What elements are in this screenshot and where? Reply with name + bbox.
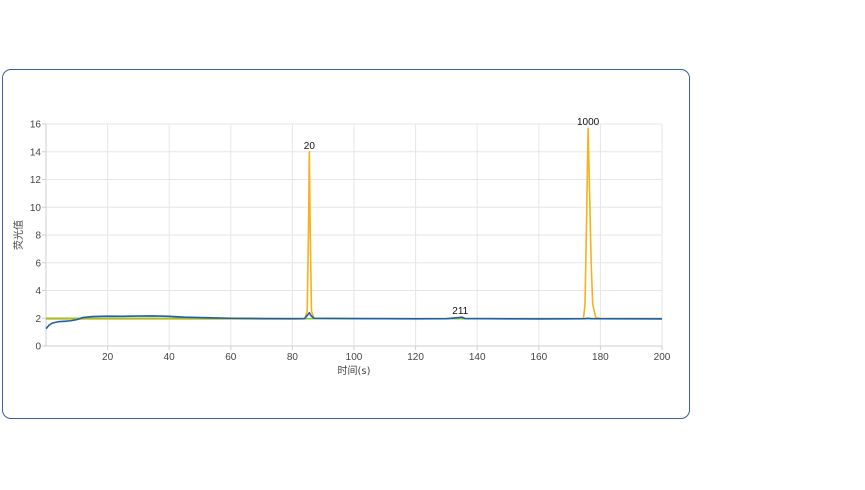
x-tick-label: 100 [346,352,363,363]
peak-label: 20 [304,141,316,152]
y-tick-label: 12 [30,175,42,186]
y-tick-label: 8 [35,231,41,242]
x-tick-label: 80 [287,352,299,363]
y-tick-label: 16 [30,120,42,131]
y-axis-title: 荧光值 [12,220,25,250]
x-tick-label: 40 [164,352,176,363]
x-tick-label: 60 [225,352,237,363]
x-tick-label: 200 [654,352,671,363]
x-axis-title: 时间(s) [337,364,370,377]
y-tick-label: 14 [30,147,42,158]
y-tick-labels: 0 2 4 6 8 10 12 14 16 [30,120,42,353]
y-tick-label: 6 [35,258,41,269]
x-tick-label: 140 [469,352,486,363]
x-tick-label: 120 [407,352,424,363]
x-tick-labels: 20 40 60 80 100 120 140 160 180 200 [102,352,671,363]
y-tick-label: 4 [35,286,41,297]
x-tick-label: 180 [592,352,609,363]
peak-label: 211 [452,306,468,317]
x-tick-label: 160 [530,352,547,363]
y-tick-label: 0 [35,342,41,353]
peak-label: 1000 [577,117,600,128]
x-tick-label: 20 [102,352,114,363]
y-tick-label: 2 [35,314,41,325]
fluorescence-chart: 20 40 60 80 100 120 140 160 180 200 0 2 4 6 8 10 12 14 16… [12,117,671,377]
y-tick-label: 10 [30,203,42,214]
grid-lines [46,123,663,347]
peak-annotations: 20 211 1000 [304,117,600,317]
